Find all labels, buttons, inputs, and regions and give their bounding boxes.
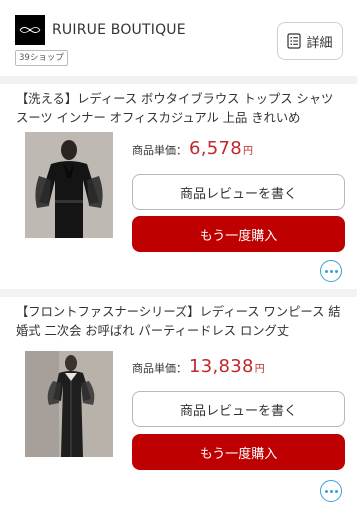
price-value: 6,578: [189, 138, 243, 159]
shop-detail-label: 詳細: [306, 35, 333, 51]
shop-header: RUIRUE BOUTIQUE 39ショップ 詳細: [0, 0, 357, 76]
shop-count-badge: 39ショップ: [15, 50, 68, 66]
price-row: 商品単価： 6,578 円: [132, 138, 253, 159]
order-item: 【洗える】レディース ボウタイブラウス トップス シャツ スーツ インナー オフ…: [0, 84, 357, 289]
price-value: 13,838: [189, 356, 254, 377]
write-review-button[interactable]: 商品レビューを書く: [132, 391, 345, 427]
shop-detail-button[interactable]: 詳細: [277, 22, 343, 60]
price-label: 商品単価：: [132, 144, 187, 157]
price-unit: 円: [243, 146, 254, 157]
shop-name[interactable]: RUIRUE BOUTIQUE: [52, 22, 186, 38]
write-review-button[interactable]: 商品レビューを書く: [132, 174, 345, 210]
price-unit: 円: [254, 364, 265, 375]
price-row: 商品単価： 13,838 円: [132, 356, 265, 377]
product-title[interactable]: 【フロントファスナーシリーズ】レディース ワンピース 結婚式 二次会 お呼ばれ …: [16, 303, 342, 341]
product-image[interactable]: [25, 132, 113, 238]
more-dots-icon[interactable]: [320, 480, 342, 502]
list-document-icon: [287, 33, 302, 49]
product-title[interactable]: 【洗える】レディース ボウタイブラウス トップス シャツ スーツ インナー オフ…: [16, 90, 342, 128]
more-dots-icon[interactable]: [320, 260, 342, 282]
product-image[interactable]: [25, 351, 113, 457]
order-item: 【フロントファスナーシリーズ】レディース ワンピース 結婚式 二次会 お呼ばれ …: [0, 297, 357, 512]
shop-logo-icon[interactable]: [15, 15, 45, 45]
price-label: 商品単価：: [132, 362, 187, 375]
buy-again-button[interactable]: もう一度購入: [132, 216, 345, 252]
buy-again-button[interactable]: もう一度購入: [132, 434, 345, 470]
